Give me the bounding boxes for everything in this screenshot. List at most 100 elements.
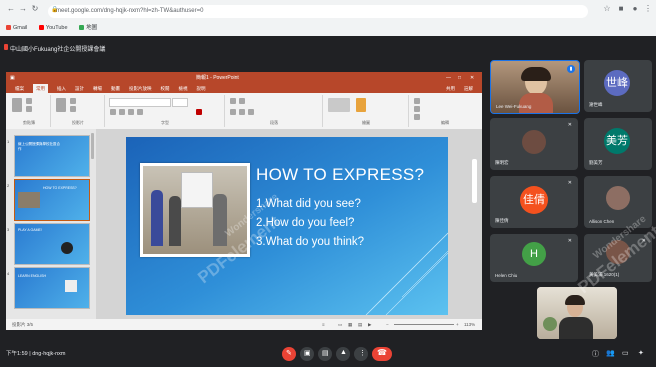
zoom-in-icon[interactable]: + <box>456 319 459 330</box>
camera-toggle-button[interactable]: ▣ <box>300 347 314 361</box>
bold-icon[interactable] <box>110 109 116 115</box>
profile-icon[interactable]: ● <box>630 4 640 14</box>
italic-icon[interactable] <box>119 109 125 115</box>
underline-icon[interactable] <box>128 109 134 115</box>
activities-icon[interactable]: ✦ <box>638 349 644 357</box>
share-button[interactable]: 共用 <box>446 84 455 93</box>
people-icon[interactable]: 👥 <box>606 349 615 357</box>
bookmark-gmail[interactable]: Gmail <box>6 22 27 34</box>
extensions-icon[interactable]: ■ <box>616 4 626 14</box>
save-icon[interactable]: ▣ <box>10 72 15 84</box>
bullets-icon[interactable] <box>230 98 236 104</box>
thumb-title: PLAY A GAME! <box>18 228 42 232</box>
self-view[interactable] <box>537 287 617 339</box>
thumbs-scrollbar[interactable] <box>91 133 94 159</box>
self-hair <box>565 295 585 305</box>
plant <box>543 317 557 331</box>
tab-animations[interactable]: 動畫 <box>111 84 120 93</box>
star-icon[interactable]: ☆ <box>602 4 612 14</box>
minimize-icon[interactable]: — <box>446 72 451 84</box>
gmail-icon <box>6 25 11 31</box>
cut-icon[interactable] <box>26 98 32 104</box>
reload-icon[interactable]: ↻ <box>30 4 40 14</box>
quick-styles-icon[interactable] <box>356 98 366 112</box>
back-icon[interactable]: ← <box>6 4 16 14</box>
speaking-icon: ▮ <box>567 65 575 73</box>
slideshow-view-icon[interactable]: ▶ <box>368 319 371 330</box>
present-button[interactable]: ▲ <box>336 347 350 361</box>
comment-button[interactable]: 註解 <box>464 84 473 93</box>
find-icon[interactable] <box>414 98 420 104</box>
participant-name: 陳明宏 <box>495 160 509 165</box>
more-options-button[interactable]: ⋮ <box>354 347 368 361</box>
copy-icon[interactable] <box>26 106 32 112</box>
tab-review[interactable]: 校閱 <box>161 84 170 93</box>
font-name-dropdown[interactable] <box>109 98 171 107</box>
participant-tile[interactable]: ✕ 陳明宏 <box>490 118 578 170</box>
tab-help[interactable]: 說明 <box>197 84 206 93</box>
ribbon-group-clipboard: 剪貼簿 <box>8 95 51 127</box>
reset-icon[interactable] <box>70 106 76 112</box>
zoom-out-icon[interactable]: − <box>386 319 389 330</box>
layout-icon[interactable] <box>70 98 76 104</box>
sorter-view-icon[interactable]: ▦ <box>348 319 352 330</box>
ribbon-group-drawing: 繪圖 <box>324 95 409 127</box>
bookmark-maps[interactable]: 地圖 <box>79 22 97 34</box>
replace-icon[interactable] <box>414 106 420 112</box>
mic-toggle-button[interactable]: ✎ <box>282 347 296 361</box>
menu-icon[interactable]: ⋮ <box>643 4 653 14</box>
ppt-titlebar: ▣ 簡報1 - PowerPoint — □ ✕ <box>6 72 482 84</box>
slide-thumb-2[interactable]: HOW TO EXPRESS? <box>14 179 90 221</box>
slide-thumb-3[interactable]: PLAY A GAME! <box>14 223 90 265</box>
current-slide[interactable]: HOW TO EXPRESS? 1.What did you see? 2.Ho… <box>126 137 448 315</box>
maximize-icon[interactable]: □ <box>458 72 461 84</box>
slide-bullet: 1.What did you see? <box>256 198 361 210</box>
shapes-gallery[interactable] <box>328 98 350 112</box>
tab-file[interactable]: 檔案 <box>15 84 24 93</box>
numbering-icon[interactable] <box>239 98 245 104</box>
url-bar[interactable]: 🔒 meet.google.com/dng-hqjk-nxm?hl=zh-TW&… <box>48 5 588 18</box>
tab-view[interactable]: 檢視 <box>179 84 188 93</box>
font-color-icon[interactable] <box>196 109 202 115</box>
normal-view-icon[interactable]: ▭ <box>338 319 342 330</box>
mic-off-icon: ✕ <box>641 238 646 244</box>
strikethrough-icon[interactable] <box>137 109 143 115</box>
ppt-window-title: 簡報1 - PowerPoint <box>196 75 239 81</box>
slide-thumb-1[interactable]: 線上公開授課與學校社區合作 <box>14 135 90 177</box>
align-center-icon[interactable] <box>239 109 245 115</box>
bookmark-youtube[interactable]: YouTube <box>38 22 68 34</box>
captions-button[interactable]: ▤ <box>318 347 332 361</box>
align-right-icon[interactable] <box>248 109 254 115</box>
slide-thumb-4[interactable]: LEARN ENGLISH <box>14 267 90 309</box>
zoom-slider[interactable] <box>394 324 454 325</box>
align-left-icon[interactable] <box>230 109 236 115</box>
slide-scrollbar[interactable] <box>472 159 477 203</box>
youtube-icon <box>38 25 44 31</box>
reading-view-icon[interactable]: ▤ <box>358 319 362 330</box>
tab-design[interactable]: 設計 <box>75 84 84 93</box>
forward-icon[interactable]: → <box>18 4 28 14</box>
participant-tile[interactable]: ▮ Lee Wei-Fukuang <box>490 60 580 114</box>
thumb-number: 2 <box>7 183 10 188</box>
participant-tile[interactable]: Allison Chen <box>584 176 652 228</box>
new-slide-icon[interactable] <box>56 98 66 112</box>
info-icon[interactable]: ⓘ <box>592 349 599 359</box>
tab-transitions[interactable]: 轉場 <box>93 84 102 93</box>
participant-tile[interactable]: 美芳 劉美芳 <box>584 118 652 170</box>
tab-insert[interactable]: 插入 <box>57 84 66 93</box>
chat-icon[interactable]: ▭ <box>622 349 629 357</box>
ribbon-group-label: 投影片 <box>72 120 84 125</box>
font-size-dropdown[interactable] <box>172 98 188 107</box>
avatar-photo <box>522 130 546 154</box>
url-text: meet.google.com/dng-hqjk-nxm?hl=zh-TW&au… <box>56 8 204 14</box>
leave-call-button[interactable]: ☎ <box>372 347 392 361</box>
tab-home[interactable]: 常用 <box>33 84 48 93</box>
participant-tile[interactable]: 世峰 謝世峰 <box>584 60 652 112</box>
tab-slideshow[interactable]: 投影片放映 <box>129 84 152 93</box>
notes-button[interactable]: ≡ <box>322 319 325 330</box>
close-icon[interactable]: ✕ <box>470 72 474 84</box>
participant-tile[interactable]: ✕ 黃美滿 1620(1) <box>584 234 652 282</box>
participant-tile[interactable]: 佳倩 ✕ 陳佳倩 <box>490 176 578 228</box>
paste-icon[interactable] <box>12 98 22 112</box>
participant-tile[interactable]: H ✕ Helen Chiu <box>490 234 578 282</box>
